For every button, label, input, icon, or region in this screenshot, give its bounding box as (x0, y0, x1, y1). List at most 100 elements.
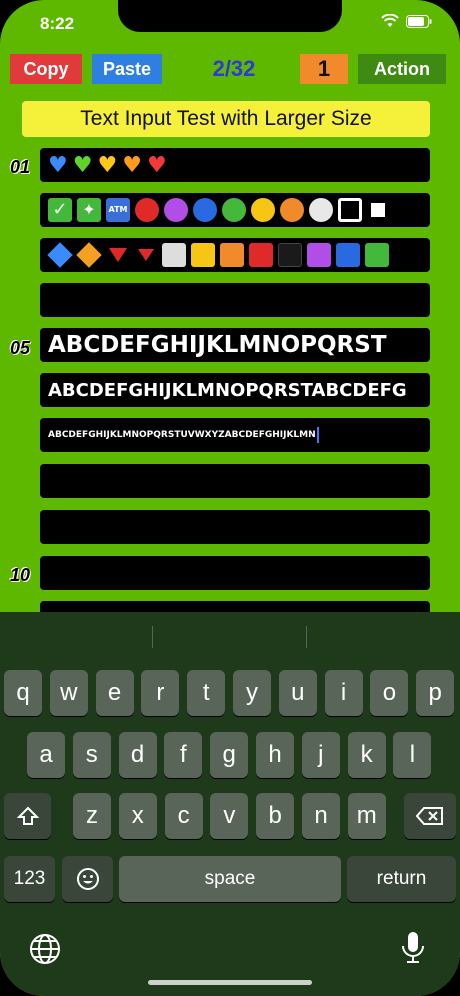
sparkle-icon: ✦ (77, 198, 101, 222)
paste-button[interactable]: Paste (92, 54, 162, 84)
backspace-icon (416, 807, 443, 825)
key-h[interactable]: h (256, 732, 294, 778)
toolbar: Copy Paste 2/32 1 Action (0, 54, 460, 90)
shift-icon (16, 806, 39, 825)
suggestion-divider (306, 626, 307, 648)
red-square-icon (249, 243, 273, 267)
white-small-square-icon (371, 203, 385, 217)
key-t[interactable]: t (187, 670, 226, 716)
orange-circle-icon (280, 198, 304, 222)
check-mark-icon: ✓ (48, 198, 72, 222)
key-a[interactable]: a (27, 732, 65, 778)
key-p[interactable]: p (416, 670, 455, 716)
key-y[interactable]: y (233, 670, 271, 716)
red-heart-icon: ♥ (146, 152, 167, 178)
key-r[interactable]: r (141, 670, 180, 716)
globe-icon (30, 934, 60, 964)
numbers-key[interactable]: 123 (4, 856, 55, 902)
blue-heart-icon: ♥ (48, 152, 68, 178)
action-button[interactable]: Action (358, 54, 446, 84)
text-field-06[interactable]: ABCDEFGHIJKLMNOPQRSTABCDEFG (40, 373, 430, 407)
text-field-09[interactable] (40, 510, 430, 544)
phone-screen: 8:22 Copy Paste 2/32 1 Action Text Input… (0, 0, 460, 996)
white-circle-icon (309, 198, 333, 222)
shift-key[interactable] (4, 793, 51, 839)
black-square-button-icon (338, 198, 362, 222)
red-triangle-down-small-icon (138, 249, 154, 261)
text-field-07-value: ABCDEFGHIJKLMNOPQRSTUVWXYZABCDEFGHIJKLMN (48, 430, 316, 440)
space-key[interactable]: space (119, 856, 341, 902)
row-number-10: 10 (10, 565, 31, 585)
blue-circle-icon (193, 198, 217, 222)
text-field-03[interactable] (40, 238, 430, 272)
page-number-button[interactable]: 1 (300, 54, 348, 84)
key-g[interactable]: g (210, 732, 249, 778)
emoji-key[interactable] (62, 856, 113, 902)
keyboard-suggestion-bar (0, 612, 460, 658)
purple-square-icon (307, 243, 331, 267)
text-field-04[interactable] (40, 283, 430, 317)
key-m[interactable]: m (347, 793, 386, 839)
key-b[interactable]: b (256, 793, 295, 839)
green-circle-icon (222, 198, 246, 222)
key-o[interactable]: o (370, 670, 409, 716)
page-title: Text Input Test with Larger Size (22, 101, 430, 137)
key-n[interactable]: n (302, 793, 340, 839)
text-field-10[interactable] (40, 556, 430, 590)
atm-icon: ATM (106, 198, 130, 222)
battery-icon (406, 14, 432, 28)
text-cursor (316, 427, 319, 443)
red-triangle-down-icon (109, 248, 127, 262)
purple-circle-icon (164, 198, 188, 222)
text-field-07[interactable]: ABCDEFGHIJKLMNOPQRSTUVWXYZABCDEFGHIJKLMN (40, 418, 430, 452)
key-w[interactable]: w (49, 670, 88, 716)
globe-button[interactable] (28, 932, 62, 966)
home-indicator (148, 980, 312, 985)
red-circle-icon (135, 198, 159, 222)
text-field-02[interactable]: ✓ ✦ ATM (40, 193, 430, 227)
status-icons (381, 14, 432, 28)
key-z[interactable]: z (73, 793, 111, 839)
status-time: 8:22 (40, 14, 75, 33)
text-field-01[interactable]: ♥ ♥ ♥ ♥ ♥ (40, 148, 430, 182)
key-s[interactable]: s (72, 732, 111, 778)
white-square-icon (162, 243, 186, 267)
microphone-icon (402, 932, 424, 963)
key-f[interactable]: f (164, 732, 203, 778)
key-v[interactable]: v (210, 793, 249, 839)
key-i[interactable]: i (324, 670, 363, 716)
emoji-icon (76, 868, 99, 890)
orange-square-icon (220, 243, 244, 267)
blue-square-icon (336, 243, 360, 267)
dictation-button[interactable] (398, 930, 428, 966)
key-e[interactable]: e (95, 670, 134, 716)
suggestion-divider (152, 626, 153, 648)
key-k[interactable]: k (347, 732, 386, 778)
return-key[interactable]: return (347, 856, 456, 902)
yellow-circle-icon (251, 198, 275, 222)
yellow-square-icon (191, 243, 215, 267)
key-c[interactable]: c (164, 793, 203, 839)
text-field-08[interactable] (40, 464, 430, 498)
orange-heart-icon: ♥ (122, 152, 142, 178)
green-square-icon (365, 243, 389, 267)
green-heart-icon: ♥ (72, 152, 93, 178)
key-d[interactable]: d (118, 732, 157, 778)
key-x[interactable]: x (118, 793, 157, 839)
orange-diamond-icon (76, 242, 102, 268)
yellow-heart-icon: ♥ (97, 152, 118, 178)
page-counter: 2/32 (212, 56, 256, 81)
backspace-key[interactable] (404, 793, 456, 839)
copy-button[interactable]: Copy (10, 54, 82, 84)
key-l[interactable]: l (393, 732, 432, 778)
row-number-05: 05 (10, 338, 31, 358)
key-j[interactable]: j (301, 732, 340, 778)
row-number-01: 01 (10, 157, 31, 177)
black-square-icon (278, 243, 302, 267)
keyboard: 123 space return qwertyuiop asdfghjkl zxcv… (0, 612, 460, 996)
key-u[interactable]: u (278, 670, 317, 716)
notch (118, 0, 342, 32)
text-field-05[interactable]: ABCDEFGHIJKLMNOPQRST (40, 328, 430, 362)
wifi-icon (381, 14, 399, 27)
key-q[interactable]: q (4, 670, 42, 716)
